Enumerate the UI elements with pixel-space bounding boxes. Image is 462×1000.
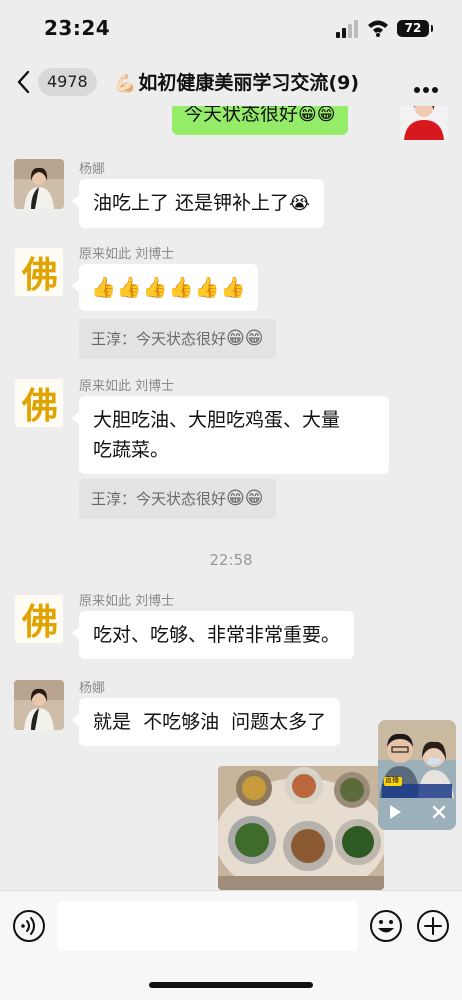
sender-avatar[interactable]: 佛 xyxy=(14,247,64,297)
buddha-character-logo-icon: 佛 xyxy=(21,254,58,296)
profile-photo-icon xyxy=(14,680,64,730)
sender-avatar[interactable]: 佛 xyxy=(14,594,64,644)
chat-area[interactable]: 今天状态很好😁😁 杨娜 油吃上了 还是钾补上了😭 佛 原来如此 刘博士 👍👍� xyxy=(0,106,462,890)
buddha-character-logo-icon: 佛 xyxy=(21,601,58,643)
outgoing-message[interactable]: 今天状态很好😁😁 xyxy=(172,106,348,135)
flexed-biceps-emoji: 💪🏻 xyxy=(114,73,137,94)
quoted-message[interactable]: 王淳：今天状态很好😁😁 xyxy=(79,479,276,519)
chat-header: 4978 💪🏻 如初健康美丽学习交流(9) xyxy=(0,58,462,106)
emoji: 😭 xyxy=(289,193,311,214)
sender-avatar[interactable] xyxy=(14,680,64,730)
quote-text: 王淳：今天状态很好 xyxy=(91,490,227,508)
more-dots-icon[interactable] xyxy=(414,78,442,93)
status-time: 23:24 xyxy=(44,16,111,40)
my-avatar[interactable] xyxy=(400,106,448,140)
back-button[interactable]: 4978 xyxy=(12,64,102,100)
sender-avatar[interactable]: 佛 xyxy=(14,378,64,428)
emoji: 😁😁 xyxy=(226,328,264,349)
sender-name: 原来如此 刘博士 xyxy=(79,247,175,262)
member-count: (9) xyxy=(328,72,360,94)
profile-photo-icon xyxy=(400,106,448,140)
svg-text:佛: 佛 xyxy=(21,254,58,296)
emoji: 😁😁 xyxy=(226,488,264,509)
voice-icon[interactable] xyxy=(12,909,46,943)
chevron-left-icon xyxy=(17,70,30,94)
food-dishes-photo xyxy=(218,766,384,890)
close-icon[interactable] xyxy=(432,805,446,819)
message-input[interactable] xyxy=(57,901,358,951)
group-title[interactable]: 💪🏻 如初健康美丽学习交流(9) xyxy=(114,68,396,95)
message-text: 油吃上了 还是钾补上了 xyxy=(93,192,290,214)
sender-name: 杨娜 xyxy=(79,162,106,177)
unread-count-badge: 4978 xyxy=(38,68,97,96)
battery-icon: 72 xyxy=(397,20,433,37)
profile-photo-icon xyxy=(14,159,64,209)
message-text: 就是 不吃够油 问题太多了 xyxy=(93,711,327,733)
incoming-message[interactable]: 大胆吃油、大胆吃鸡蛋、大量 吃蔬菜。 xyxy=(72,396,389,474)
food-photo-message[interactable] xyxy=(218,766,384,890)
incoming-message[interactable]: 吃对、吃够、非常非常重要。 xyxy=(71,611,355,659)
incoming-message[interactable]: 就是 不吃够油 问题太多了 xyxy=(71,698,341,746)
smiley-icon[interactable] xyxy=(369,909,403,943)
group-name: 如初健康美丽学习交流 xyxy=(138,72,329,94)
wifi-icon xyxy=(368,20,388,37)
timestamp: 22:58 xyxy=(209,551,253,569)
incoming-message[interactable]: 👍👍👍👍👍👍 xyxy=(71,264,259,311)
message-text-line: 吃蔬菜。 xyxy=(93,439,170,461)
message-text-line: 大胆吃油、大胆吃鸡蛋、大量 xyxy=(93,409,341,431)
message-text: 今天状态很好 xyxy=(184,106,299,125)
plus-circle-icon[interactable] xyxy=(416,909,450,943)
svg-text:佛: 佛 xyxy=(21,385,58,427)
buddha-character-logo-icon: 佛 xyxy=(21,385,58,427)
pip-live-label: 直播 xyxy=(385,776,399,784)
thumbs-up-emojis: 👍👍👍👍👍👍 xyxy=(91,275,247,299)
sender-name: 杨娜 xyxy=(79,681,106,696)
status-bar: 23:24 72 xyxy=(0,0,462,58)
quoted-message[interactable]: 王淳：今天状态很好😁😁 xyxy=(79,319,276,359)
svg-text:佛: 佛 xyxy=(21,601,58,643)
message-text: 吃对、吃够、非常非常重要。 xyxy=(93,624,341,646)
incoming-message[interactable]: 油吃上了 还是钾补上了😭 xyxy=(71,179,325,228)
quote-text: 王淳：今天状态很好 xyxy=(91,330,227,348)
sender-name: 原来如此 刘博士 xyxy=(79,379,175,394)
pip-video-window[interactable]: 直播 xyxy=(378,720,456,830)
play-icon[interactable] xyxy=(387,804,403,820)
home-indicator[interactable] xyxy=(149,982,313,988)
cellular-signal-icon xyxy=(336,20,358,38)
sender-name: 原来如此 刘博士 xyxy=(79,594,175,609)
sender-avatar[interactable] xyxy=(14,159,64,209)
emoji: 😁😁 xyxy=(298,106,336,125)
